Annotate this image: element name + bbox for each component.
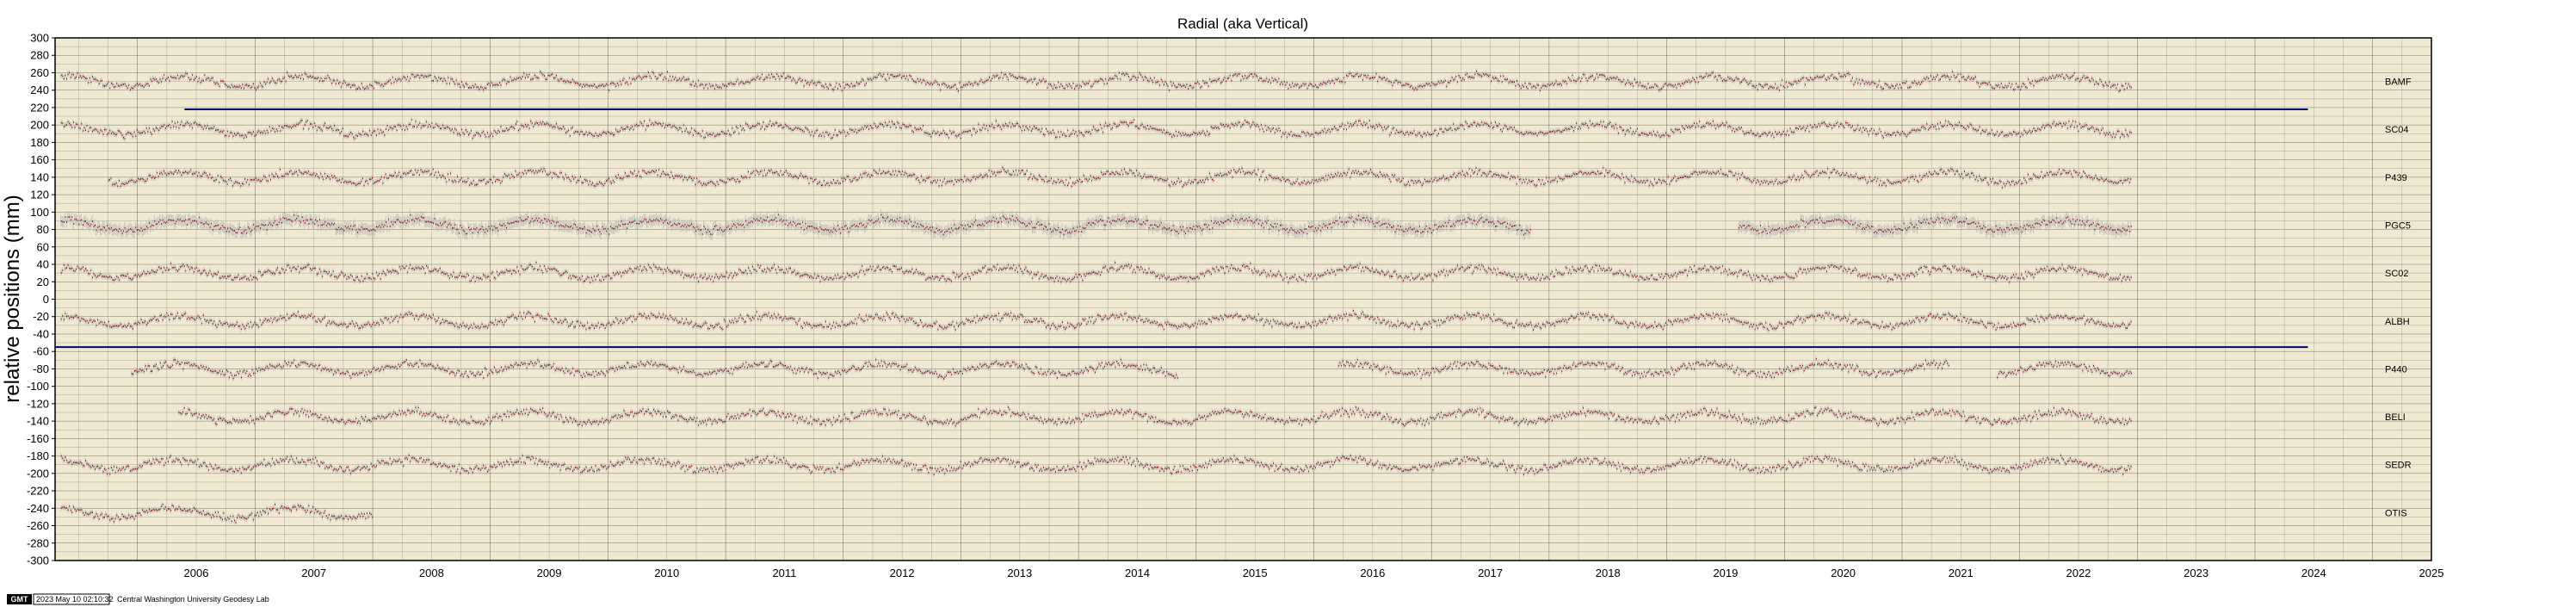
y-tick-label: 220 [30,101,49,114]
y-tick-label: 160 [30,153,49,166]
y-tick-label: -140 [27,415,49,428]
x-tick-label: 2009 [537,567,562,579]
x-tick-label: 2015 [1243,567,1268,579]
y-tick-label: -60 [33,345,49,358]
x-tick-label: 2023 [2184,567,2208,579]
y-axis-ticks: 3002802602402202001801601401201008060402… [27,32,55,567]
y-tick-label: 200 [30,119,49,132]
y-tick-label: -280 [27,536,49,549]
x-tick-label: 2018 [1596,567,1621,579]
x-tick-label: 2014 [1125,567,1150,579]
x-tick-label: 2016 [1360,567,1385,579]
chart: 3002802602402202001801601401201008060402… [1,15,2444,605]
y-tick-label: -220 [27,485,49,498]
y-tick-label: 40 [37,258,49,271]
y-tick-label: 0 [43,293,49,306]
y-tick-label: -160 [27,432,49,445]
x-tick-label: 2008 [419,567,444,579]
y-tick-label: 280 [30,49,49,62]
chart-title: Radial (aka Vertical) [1177,15,1308,32]
x-tick-label: 2021 [1949,567,1974,579]
y-tick-label: -100 [27,380,49,393]
y-tick-label: 260 [30,66,49,79]
station-label-pgc5: PGC5 [2385,221,2411,232]
timestamp: 2023 May 10 02:10:32 [36,595,114,604]
station-label-p439: P439 [2385,173,2407,183]
y-tick-label: -300 [27,554,49,567]
station-label-albh: ALBH [2385,317,2410,327]
y-tick-label: -120 [27,397,49,410]
x-tick-label: 2025 [2419,567,2444,579]
y-tick-label: 300 [30,32,49,45]
x-tick-label: 2006 [184,567,209,579]
y-tick-label: 100 [30,206,49,219]
x-tick-label: 2007 [301,567,326,579]
y-tick-label: -20 [33,310,49,323]
y-axis-label: relative positions (mm) [1,195,24,402]
y-tick-label: 180 [30,136,49,149]
grid [55,37,2431,561]
x-tick-label: 2022 [2066,567,2091,579]
x-tick-label: 2011 [772,567,796,579]
y-tick-label: -180 [27,449,49,462]
y-tick-label: 120 [30,189,49,201]
y-tick-label: 20 [37,276,49,288]
station-label-p440: P440 [2385,364,2407,375]
y-tick-label: 240 [30,84,49,96]
footer: GMT 2023 May 10 02:10:32 Central Washing… [7,593,269,605]
y-tick-label: -200 [27,467,49,480]
station-label-beli: BELI [2385,412,2406,423]
x-axis-ticks: 2006 2007 2008 2009 2010 2011 2012 2013 2014 2015… [184,567,2444,579]
x-tick-label: 2020 [1831,567,1856,579]
gmt-badge: GMT [11,595,28,604]
y-tick-label: 60 [37,240,49,253]
x-tick-label: 2019 [1713,567,1738,579]
station-label-sc02: SC02 [2385,269,2409,279]
y-tick-label: 80 [37,223,49,236]
y-tick-label: -260 [27,519,49,532]
credit: Central Washington University Geodesy La… [117,595,269,604]
station-label-bamf: BAMF [2385,77,2412,88]
x-tick-label: 2017 [1478,567,1503,579]
x-tick-label: 2024 [2301,567,2326,579]
x-tick-label: 2010 [654,567,679,579]
y-tick-label: -80 [33,362,49,375]
y-tick-label: 140 [30,170,49,183]
station-label-otis: OTIS [2385,508,2407,518]
station-label-sc04: SC04 [2385,125,2409,135]
x-tick-label: 2013 [1007,567,1032,579]
x-tick-label: 2012 [890,567,915,579]
y-tick-label: -40 [33,327,49,340]
station-label-sedr: SEDR [2385,461,2412,471]
y-tick-label: -240 [27,502,49,515]
